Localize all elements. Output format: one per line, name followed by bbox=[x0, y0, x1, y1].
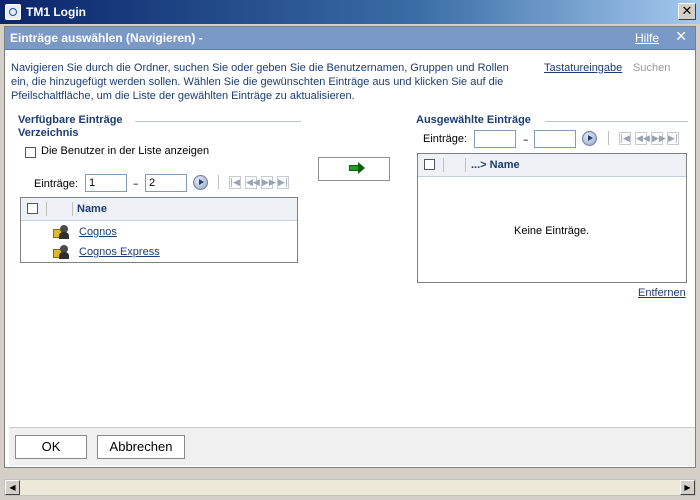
list-header: Name bbox=[21, 198, 297, 221]
select-entries-dialog: Einträge auswählen (Navigieren) - Hilfe … bbox=[4, 26, 696, 468]
apply-selected-range-button[interactable] bbox=[582, 131, 597, 146]
list-item-link[interactable]: Cognos Express bbox=[79, 246, 160, 258]
add-selected-button[interactable] bbox=[318, 157, 390, 181]
range-dash: – bbox=[133, 177, 139, 190]
column-divider bbox=[465, 158, 466, 172]
dialog-header: Einträge auswählen (Navigieren) - Hilfe … bbox=[5, 27, 695, 50]
dialog-close-icon[interactable]: ✕ bbox=[675, 29, 687, 45]
window-title: TM1 Login bbox=[26, 5, 86, 19]
list-header: ...> Name bbox=[418, 154, 686, 177]
last-page-icon: ▶| bbox=[667, 132, 679, 145]
next-page-icon: ▶▶ bbox=[261, 176, 276, 189]
pager-divider bbox=[218, 175, 219, 189]
section-divider bbox=[545, 121, 688, 122]
directory-heading: Verzeichnis bbox=[18, 127, 79, 139]
window-close-button[interactable]: ✕ bbox=[678, 3, 696, 20]
instructions-text: Navigieren Sie durch die Ordner, suchen … bbox=[11, 62, 509, 102]
range-dash: – bbox=[523, 133, 529, 146]
search-link: Suchen bbox=[633, 62, 671, 74]
show-users-checkbox[interactable] bbox=[25, 147, 36, 158]
entries-label: Einträge: bbox=[423, 133, 468, 145]
show-users-label: Die Benutzer in der Liste anzeigen bbox=[41, 145, 210, 157]
dialog-footer: OK Abbrechen bbox=[9, 427, 695, 466]
range-from-input[interactable] bbox=[85, 174, 127, 192]
first-page-icon: |◀ bbox=[229, 176, 241, 189]
apply-range-button[interactable] bbox=[193, 175, 208, 190]
user-group-icon bbox=[53, 245, 69, 259]
keyboard-input-link[interactable]: Tastatureingabe bbox=[544, 62, 622, 74]
app-icon bbox=[5, 4, 21, 20]
pager-divider bbox=[608, 131, 609, 145]
name-column-header[interactable]: ...> Name bbox=[471, 159, 520, 171]
available-entries-list: Name Cognos Cognos Express bbox=[20, 197, 298, 263]
selected-entries-heading: Ausgewählte Einträge bbox=[416, 114, 531, 126]
horizontal-scrollbar[interactable]: ◀ ▶ bbox=[4, 479, 696, 496]
help-link[interactable]: Hilfe bbox=[635, 31, 659, 45]
name-column-header[interactable]: Name bbox=[77, 203, 107, 215]
last-page-icon: ▶| bbox=[277, 176, 289, 189]
section-divider bbox=[135, 121, 301, 122]
cancel-button[interactable]: Abbrechen bbox=[97, 435, 185, 459]
range-to-input[interactable] bbox=[145, 174, 187, 192]
column-divider bbox=[443, 158, 444, 172]
empty-list-message: Keine Einträge. bbox=[514, 225, 590, 237]
first-page-icon: |◀ bbox=[619, 132, 631, 145]
next-page-icon: ▶▶ bbox=[651, 132, 666, 145]
dialog-title: Einträge auswählen (Navigieren) - bbox=[10, 31, 203, 45]
entries-label: Einträge: bbox=[34, 178, 79, 190]
remove-link[interactable]: Entfernen bbox=[638, 287, 686, 299]
window-titlebar: TM1 Login ✕ bbox=[0, 0, 700, 24]
scroll-left-icon[interactable]: ◀ bbox=[5, 480, 20, 495]
select-all-checkbox[interactable] bbox=[424, 159, 435, 170]
list-item-link[interactable]: Cognos bbox=[79, 226, 117, 238]
column-divider bbox=[72, 202, 73, 216]
select-all-checkbox[interactable] bbox=[27, 203, 38, 214]
user-group-icon bbox=[53, 225, 69, 239]
selected-entries-list: ...> Name Keine Einträge. bbox=[417, 153, 687, 283]
selected-range-from-input[interactable] bbox=[474, 130, 516, 148]
selected-range-to-input[interactable] bbox=[534, 130, 576, 148]
column-divider bbox=[46, 202, 47, 216]
previous-page-icon: ◀◀ bbox=[245, 176, 260, 189]
scroll-right-icon[interactable]: ▶ bbox=[680, 480, 695, 495]
previous-page-icon: ◀◀ bbox=[635, 132, 650, 145]
ok-button[interactable]: OK bbox=[15, 435, 87, 459]
available-entries-heading: Verfügbare Einträge bbox=[18, 114, 123, 126]
